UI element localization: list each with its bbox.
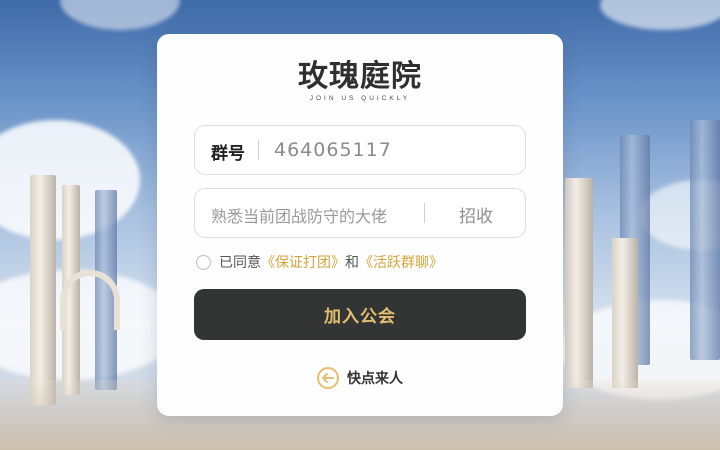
agreement-prefix: 已同意 bbox=[219, 255, 261, 271]
group-number-field[interactable]: 群号 464065117 bbox=[194, 125, 526, 175]
brand-subtitle: JOIN US QUICKLY bbox=[309, 95, 411, 102]
recruit-description: 熟悉当前团战防守的大佬 bbox=[211, 207, 388, 226]
pillar bbox=[612, 238, 638, 388]
field-divider bbox=[258, 140, 259, 160]
field-divider bbox=[424, 203, 425, 223]
agreement-conjunction: 和 bbox=[345, 255, 359, 271]
pillar bbox=[565, 178, 593, 388]
cloud bbox=[60, 0, 180, 30]
brand-logo: 玫瑰庭院 JOIN US QUICKLY bbox=[157, 58, 563, 102]
active-chat-link[interactable]: 《活跃群聊》 bbox=[359, 252, 443, 272]
arch bbox=[60, 270, 120, 330]
back-link[interactable]: 快点来人 bbox=[157, 367, 563, 389]
agreement-row: 已同意 《保证打团》 和 《活跃群聊》 bbox=[196, 252, 443, 272]
recruit-field[interactable]: 熟悉当前团战防守的大佬 招收 bbox=[194, 188, 526, 238]
arrow-left-icon bbox=[317, 367, 339, 389]
back-link-label: 快点来人 bbox=[347, 371, 403, 387]
group-number-value[interactable]: 464065117 bbox=[274, 139, 392, 161]
join-guild-button[interactable]: 加入公会 bbox=[194, 289, 526, 340]
brand-title: 玫瑰庭院 bbox=[298, 59, 422, 94]
recruit-label: 招收 bbox=[459, 207, 493, 227]
guarantee-raid-link[interactable]: 《保证打团》 bbox=[261, 252, 345, 272]
pillar bbox=[30, 175, 56, 405]
group-number-label: 群号 bbox=[211, 144, 245, 164]
agreement-checkbox[interactable] bbox=[196, 254, 211, 270]
cloud bbox=[600, 0, 720, 30]
join-card: 玫瑰庭院 JOIN US QUICKLY 群号 464065117 熟悉当前团战… bbox=[157, 34, 563, 416]
pillar bbox=[690, 120, 720, 360]
